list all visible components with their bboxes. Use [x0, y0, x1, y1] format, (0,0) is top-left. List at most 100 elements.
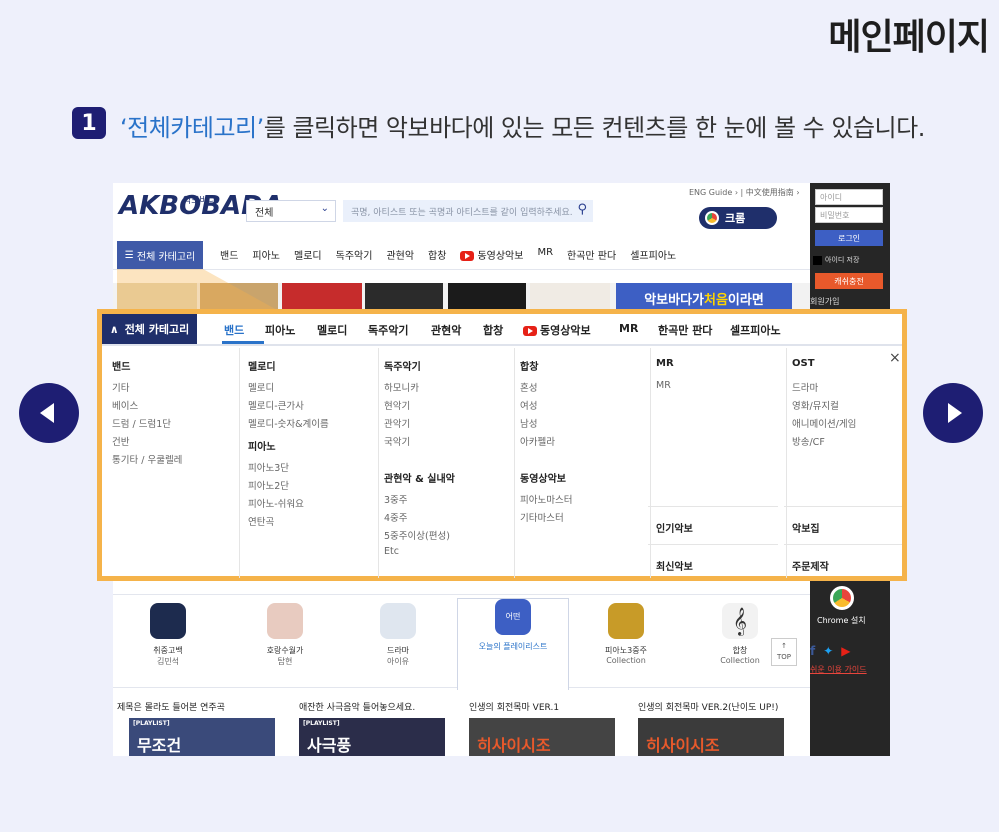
dropdown-tab-piano[interactable]: 피아노 — [265, 322, 295, 338]
cash-charge-button[interactable]: 캐쉬충전 — [815, 273, 883, 289]
search-input[interactable]: 곡명, 아티스트 또는 곡명과 아티스트를 같이 입력하주세요. ⚲ — [343, 200, 593, 222]
playlist-tab[interactable]: 호랑수월가 탑현 — [230, 603, 340, 687]
category-link[interactable]: 5중주이상(편성) — [384, 528, 450, 542]
dropdown-tab-mr[interactable]: MR — [619, 322, 638, 335]
playlist-title[interactable]: 인생의 회전목마 VER.2(난이도 UP!) — [638, 700, 778, 713]
category-link[interactable]: 멜로디 — [248, 380, 274, 394]
nav-item-mr[interactable]: MR — [537, 247, 553, 262]
category-link[interactable]: 여성 — [520, 398, 537, 412]
category-link[interactable]: 관악기 — [384, 416, 410, 430]
search-icon[interactable]: ⚲ — [577, 202, 587, 217]
playlist-thumbnail[interactable]: 히사이시조 — [638, 718, 784, 756]
category-link[interactable]: 멜로디-숫자&계이름 — [248, 416, 329, 430]
youtube-icon[interactable]: ▶ — [841, 644, 850, 658]
playlist-tab[interactable]: 취중고백 김민석 — [113, 603, 223, 687]
easy-guide-link[interactable]: 쉬운 이용 가이드 — [810, 664, 867, 675]
column-head-video[interactable]: 동영상악보 — [520, 470, 566, 485]
id-input[interactable]: 아이디 — [815, 189, 883, 205]
category-link[interactable]: 아카펠라 — [520, 434, 555, 448]
category-link[interactable]: 4중주 — [384, 510, 408, 524]
playlist-tab[interactable]: 피아노3중주 Collection — [571, 603, 681, 687]
playlist-thumbnail[interactable]: 히사이시조 — [469, 718, 615, 756]
category-link[interactable]: 드럼 / 드럼1단 — [112, 416, 171, 430]
chrome-icon — [705, 211, 719, 225]
category-link[interactable]: 애니메이션/게임 — [792, 416, 856, 430]
category-link[interactable]: 기타마스터 — [520, 510, 564, 524]
dropdown-tab-chorus[interactable]: 합창 — [483, 322, 503, 338]
next-slide-button[interactable] — [923, 383, 983, 443]
playlist-thumbnail[interactable]: [PLAYLIST] 무조건 — [129, 718, 275, 756]
category-link[interactable]: 피아노2단 — [248, 478, 289, 492]
slide-title: 메인페이지 — [828, 17, 990, 58]
latest-sheets-link[interactable]: 최신악보 — [656, 558, 693, 573]
category-link[interactable]: 피아노-쉬워요 — [248, 496, 304, 510]
category-link[interactable]: 멜로디-큰가사 — [248, 398, 304, 412]
twitter-icon[interactable]: ✦ — [823, 644, 833, 658]
nav-item-chorus[interactable]: 합창 — [428, 247, 446, 262]
signup-link[interactable]: 회원가입 — [810, 296, 839, 307]
column-head-mr[interactable]: MR — [656, 358, 674, 369]
popular-sheets-link[interactable]: 인기악보 — [656, 520, 693, 535]
dropdown-tab-band[interactable]: 밴드 — [224, 322, 244, 338]
chevron-down-icon: ⌄ — [320, 203, 329, 214]
category-link[interactable]: 영화/뮤지컬 — [792, 398, 839, 412]
custom-order-link[interactable]: 주문제작 — [792, 558, 829, 573]
playlist-title[interactable]: 인생의 회전목마 VER.1 — [469, 700, 559, 713]
dropdown-tab-melody[interactable]: 멜로디 — [317, 322, 347, 338]
category-link[interactable]: 남성 — [520, 416, 537, 430]
dropdown-all-category-button[interactable]: ∧ 전체 카테고리 — [102, 314, 197, 344]
column-head-orchestra[interactable]: 관현악 & 실내악 — [384, 470, 455, 485]
language-links[interactable]: ENG Guide › | 中文使用指南 › — [689, 187, 800, 198]
password-input[interactable]: 비밀번호 — [815, 207, 883, 223]
playlist-thumbnail[interactable]: [PLAYLIST] 사극풍 — [299, 718, 445, 756]
category-link[interactable]: 피아노마스터 — [520, 492, 572, 506]
nav-item-orchestra[interactable]: 관현악 — [386, 247, 414, 262]
dropdown-tab-self-piano[interactable]: 셀프피아노 — [730, 322, 781, 338]
column-head-chorus[interactable]: 합창 — [520, 358, 538, 373]
promo-highlight: 처음 — [704, 292, 728, 308]
category-link[interactable]: 현악기 — [384, 398, 410, 412]
column-head-melody[interactable]: 멜로디 — [248, 358, 276, 373]
facebook-icon[interactable]: f — [810, 644, 815, 658]
nav-item-solo[interactable]: 독주악기 — [336, 247, 373, 262]
category-link[interactable]: 기타 — [112, 380, 129, 394]
column-head-piano[interactable]: 피아노 — [248, 438, 276, 453]
playlist-tab[interactable]: 드라마 아이유 — [343, 603, 453, 687]
playlist-title[interactable]: 제목은 몰라도 들어본 연주곡 — [117, 700, 225, 713]
chrome-icon[interactable] — [830, 586, 854, 610]
nav-item-video[interactable]: 동영상악보 — [460, 247, 523, 262]
column-head-band[interactable]: 밴드 — [112, 358, 130, 373]
category-link[interactable]: 혼성 — [520, 380, 537, 394]
category-link[interactable]: 국악기 — [384, 434, 410, 448]
category-link[interactable]: 드라마 — [792, 380, 818, 394]
dropdown-tab-orchestra[interactable]: 관현악 — [431, 322, 461, 338]
search-category-select[interactable]: 전체 ⌄ — [246, 200, 336, 222]
category-link[interactable]: Etc — [384, 546, 399, 557]
category-link[interactable]: 방송/CF — [792, 434, 825, 448]
column-head-ost[interactable]: OST — [792, 358, 815, 369]
category-link[interactable]: 베이스 — [112, 398, 138, 412]
login-button[interactable]: 로그인 — [815, 230, 883, 246]
nav-item-self-piano[interactable]: 셀프피아노 — [630, 247, 676, 262]
column-head-solo[interactable]: 독주악기 — [384, 358, 421, 373]
keep-id-checkbox[interactable]: 아이디 저장 — [813, 255, 859, 265]
category-link[interactable]: 3중주 — [384, 492, 408, 506]
playlist-title[interactable]: 애잔한 사극음악 들어놓으세요. — [299, 700, 415, 713]
previous-slide-button[interactable] — [19, 383, 79, 443]
collection-link[interactable]: 악보집 — [792, 520, 820, 535]
chrome-install-label[interactable]: Chrome 설치 — [817, 615, 866, 626]
dropdown-tab-solo[interactable]: 독주악기 — [368, 322, 408, 338]
dropdown-tab-single[interactable]: 한곡만 판다 — [658, 322, 712, 338]
category-link[interactable]: MR — [656, 380, 671, 391]
category-link[interactable]: 하모니카 — [384, 380, 419, 394]
dropdown-tab-video[interactable]: 동영상악보 — [523, 322, 591, 338]
category-link[interactable]: 피아노3단 — [248, 460, 289, 474]
playlist-tab-active[interactable]: 어떤 오늘의 플레이리스트 — [457, 598, 569, 690]
chrome-button[interactable]: 크롬 — [699, 207, 777, 229]
nav-item-single[interactable]: 한곡만 판다 — [567, 247, 616, 262]
scroll-top-button[interactable]: ↑ TOP — [771, 638, 797, 666]
category-link[interactable]: 건반 — [112, 434, 129, 448]
category-link[interactable]: 연탄곡 — [248, 514, 274, 528]
category-link[interactable]: 통기타 / 우쿨렐레 — [112, 452, 182, 466]
album-thumbnail — [380, 603, 416, 639]
